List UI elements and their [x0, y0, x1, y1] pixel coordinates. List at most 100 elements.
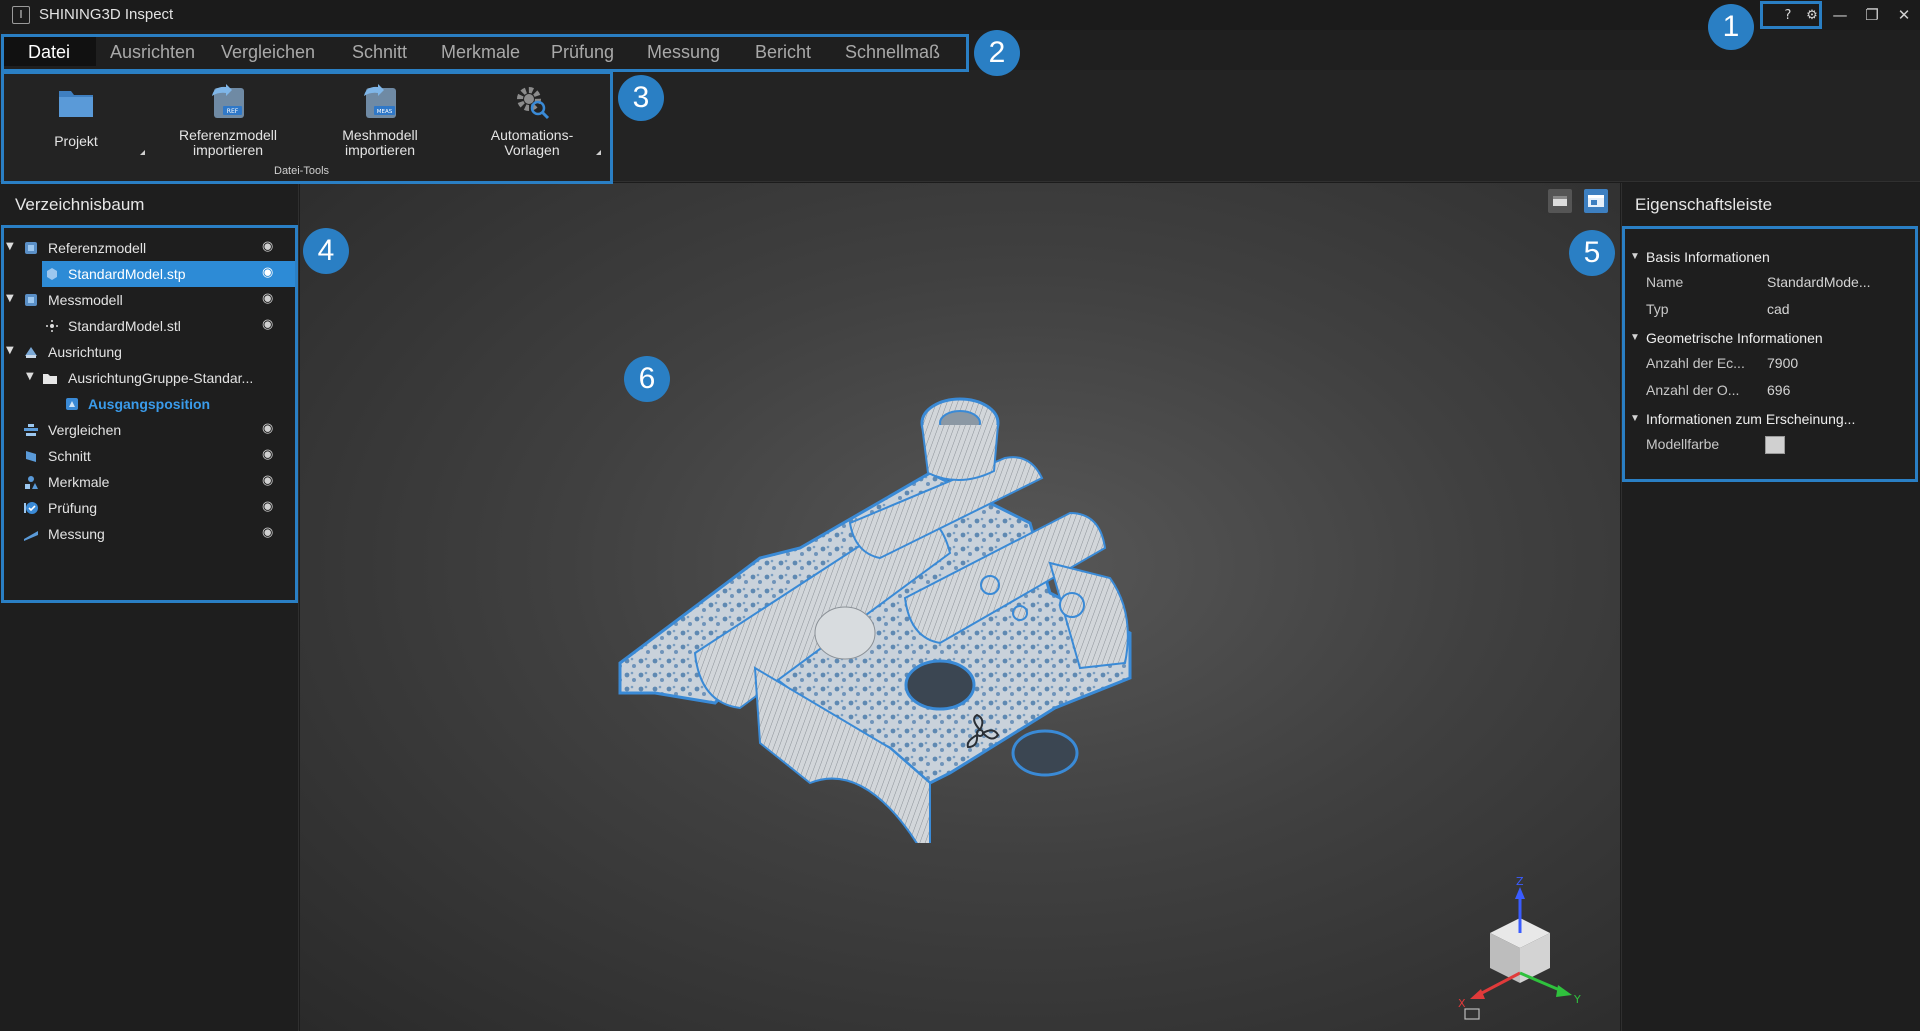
prop-value-edges: 7900	[1767, 355, 1799, 371]
automation-templates-label-line2: Vorlagen	[504, 142, 560, 158]
projekt-dropdown-corner[interactable]	[140, 150, 145, 155]
tab-schnitt[interactable]: Schnitt	[352, 42, 407, 63]
tab-merkmale[interactable]: Merkmale	[441, 42, 520, 63]
initial-position-icon	[64, 396, 80, 412]
callout-badge-2: 2	[974, 30, 1020, 76]
directory-tree-title: Verzeichnisbaum	[15, 195, 145, 214]
visibility-eye-icon[interactable]: ◉	[262, 473, 273, 488]
import-reference-model-button[interactable]: REF Referenzmodell importieren	[168, 82, 288, 158]
tab-schnellmass[interactable]: Schnellmaß	[845, 42, 940, 63]
tree-item-standardmodel-stl[interactable]: StandardModel.stl ◉	[0, 313, 299, 339]
callout-badge-1: 1	[1708, 4, 1754, 50]
prop-key-name: Name	[1646, 274, 1684, 290]
expand-arrow-icon[interactable]: ▼	[6, 293, 14, 304]
tab-datei[interactable]: Datei	[28, 42, 70, 63]
expand-arrow-icon[interactable]: ▼	[6, 345, 14, 356]
automation-templates-button[interactable]: Automations- Vorlagen	[472, 82, 592, 158]
tree-label: Schnitt	[48, 448, 91, 464]
callout-badge-6: 6	[624, 356, 670, 402]
axis-z-label: Z	[1516, 875, 1524, 888]
tab-messung[interactable]: Messung	[647, 42, 720, 63]
properties-title: Eigenschaftsleiste	[1635, 195, 1773, 214]
tab-vergleichen[interactable]: Vergleichen	[221, 42, 315, 63]
measurement-icon	[23, 526, 39, 542]
close-button[interactable]: ✕	[1888, 0, 1920, 30]
visibility-eye-icon[interactable]: ◉	[262, 317, 273, 332]
app-logo-icon: I	[12, 6, 30, 24]
visibility-eye-icon[interactable]: ◉	[262, 525, 273, 540]
expand-arrow-icon[interactable]: ▼	[6, 241, 14, 252]
meas-tag: MEAS	[377, 109, 393, 115]
tree-label: Ausrichtung	[48, 344, 122, 360]
visibility-eye-icon[interactable]: ◉	[262, 291, 273, 306]
section-collapse-arrow-icon[interactable]: ▼	[1630, 251, 1640, 262]
point-cloud-icon	[44, 318, 60, 334]
tree-item-pruefung[interactable]: Prüfung ◉	[0, 495, 299, 521]
callout-badge-3: 3	[618, 75, 664, 121]
visibility-eye-icon[interactable]: ◉	[262, 421, 273, 436]
ref-tag: REF	[227, 108, 239, 115]
tree-label: Messmodell	[48, 292, 123, 308]
prop-value-surfaces: 696	[1767, 382, 1791, 398]
tree-label: StandardModel.stl	[68, 318, 181, 334]
axis-x-label: X	[1458, 997, 1466, 1010]
axis-orientation-gizmo[interactable]: Z X Y	[1450, 873, 1590, 1023]
title-bar: I SHINING3D Inspect ? ⚙ — ❐ ✕	[0, 0, 1920, 30]
tree-item-vergleichen[interactable]: Vergleichen ◉	[0, 417, 299, 443]
ribbon-group-label: Datei-Tools	[274, 165, 330, 177]
projekt-label: Projekt	[54, 133, 98, 149]
reference-model-icon	[23, 240, 39, 256]
visibility-eye-icon[interactable]: ◉	[262, 499, 273, 514]
alignment-icon	[23, 344, 39, 360]
app-title: SHINING3D Inspect	[39, 6, 174, 23]
tree-item-messung[interactable]: Messung ◉	[0, 521, 299, 547]
tab-bericht[interactable]: Bericht	[755, 42, 811, 63]
import-mesh-label-line1: Meshmodell	[342, 127, 418, 143]
tree-label: StandardModel.stp	[68, 266, 186, 282]
model-color-swatch[interactable]	[1765, 436, 1785, 454]
projekt-button[interactable]: Projekt	[36, 82, 116, 149]
properties-panel: Eigenschaftsleiste ▼ Basis Informationen…	[1621, 183, 1920, 1031]
menu-bar: Datei Ausrichten Vergleichen Schnitt Mer…	[0, 30, 1920, 70]
cylinder-head-cover-model[interactable]	[610, 363, 1230, 843]
tree-item-referenzmodell[interactable]: ▼ Referenzmodell ◉	[0, 235, 299, 261]
visibility-eye-icon[interactable]: ◉	[262, 239, 273, 254]
visibility-eye-icon[interactable]: ◉	[262, 447, 273, 462]
inspection-icon	[23, 500, 39, 516]
import-mesh-label-line2: importieren	[344, 142, 416, 158]
display-settings-icon[interactable]	[1584, 189, 1608, 213]
import-mesh-model-button[interactable]: MEAS Meshmodell importieren	[320, 82, 440, 158]
tree-item-merkmale[interactable]: Merkmale ◉	[0, 469, 299, 495]
tree-item-messmodell[interactable]: ▼ Messmodell ◉	[0, 287, 299, 313]
features-icon	[23, 474, 39, 490]
cad-part-icon	[44, 266, 60, 282]
view-mode-icon[interactable]	[1548, 189, 1572, 213]
tree-label: Ausgangsposition	[88, 396, 211, 412]
callout-badge-4: 4	[303, 228, 349, 274]
tab-ausrichten[interactable]: Ausrichten	[110, 42, 195, 63]
minimize-button[interactable]: —	[1824, 0, 1856, 30]
visibility-eye-icon[interactable]: ◉	[262, 265, 273, 280]
3d-viewport[interactable]: Z X Y	[300, 183, 1620, 1031]
ribbon-toolbar: Projekt REF Referenzmodell importieren M…	[0, 70, 1920, 182]
automation-dropdown-corner[interactable]	[596, 150, 601, 155]
settings-icon[interactable]: ⚙	[1800, 5, 1824, 25]
tree-item-ausrichtung[interactable]: ▼ Ausrichtung	[0, 339, 299, 365]
prop-key-edges: Anzahl der Ec...	[1646, 355, 1745, 371]
directory-tree-panel: Verzeichnisbaum ▼ Referenzmodell ◉ Stand…	[0, 183, 299, 1031]
restore-button[interactable]: ❐	[1856, 0, 1888, 30]
axis-y-label: Y	[1573, 993, 1581, 1006]
expand-arrow-icon[interactable]: ▼	[26, 371, 34, 382]
section-collapse-arrow-icon[interactable]: ▼	[1630, 413, 1640, 424]
tree-item-standardmodel-stp[interactable]: StandardModel.stp ◉	[0, 261, 299, 287]
mesh-model-icon	[23, 292, 39, 308]
tree-label: Referenzmodell	[48, 240, 147, 256]
tree-item-ausgangsposition[interactable]: Ausgangsposition	[0, 391, 299, 417]
import-reference-label-line2: importieren	[192, 142, 264, 158]
tree-item-schnitt[interactable]: Schnitt ◉	[0, 443, 299, 469]
tree-item-ausrichtung-gruppe[interactable]: ▼ AusrichtungGruppe-Standar...	[0, 365, 299, 391]
help-icon[interactable]: ?	[1776, 5, 1800, 25]
section-collapse-arrow-icon[interactable]: ▼	[1630, 332, 1640, 343]
import-reference-label-line1: Referenzmodell	[178, 127, 278, 143]
tab-pruefung[interactable]: Prüfung	[551, 42, 614, 63]
